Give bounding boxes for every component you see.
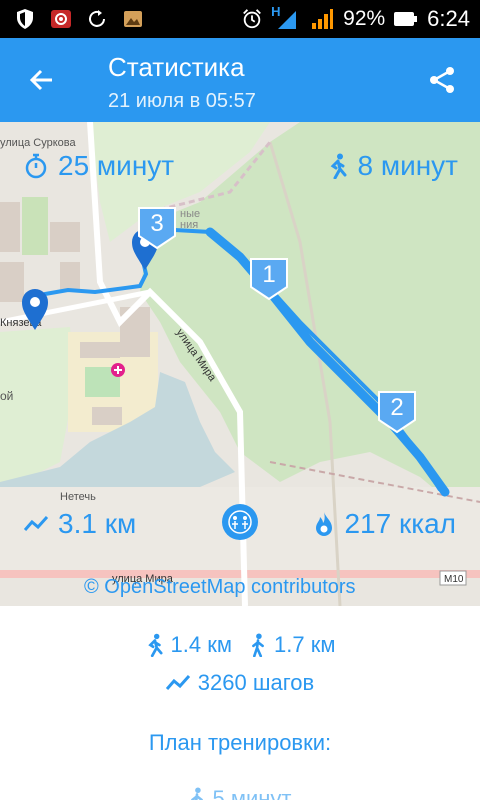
run-distance-value: 1.4 км (170, 632, 232, 657)
running-icon (147, 633, 163, 657)
flame-icon (316, 512, 333, 536)
running-icon (331, 153, 347, 179)
walk-time-stat: 8 минут (327, 150, 458, 182)
back-button[interactable] (22, 60, 62, 100)
clock: 6:24 (427, 6, 470, 31)
steps-value: 3260 шагов (197, 670, 315, 695)
lap-marker-1[interactable]: 1 (249, 257, 289, 301)
distance-breakdown: 1.4 км 1.7 км (0, 632, 480, 658)
building (0, 262, 24, 302)
page-subtitle: 21 июля в 05:57 (108, 90, 256, 112)
distance-value: 3.1 км (58, 508, 137, 539)
street-label: улица Суркова (0, 137, 77, 149)
lap-marker-3[interactable]: 3 (137, 206, 177, 250)
app-bar: Статистика 21 июля в 05:57 (0, 38, 480, 122)
share-button[interactable] (424, 62, 460, 98)
building (50, 222, 80, 252)
signal-icon (309, 8, 335, 30)
alarm-icon (241, 8, 263, 30)
plan-title: План тренировки: (148, 730, 332, 755)
building (92, 407, 122, 425)
building (80, 342, 120, 358)
walking-icon (190, 787, 203, 800)
map-attribution[interactable]: © OpenStreetMap contributors (84, 576, 356, 599)
calories-stat: 217 ккал (314, 508, 456, 540)
calories-value: 217 ккал (344, 508, 456, 539)
stats-panel: 1.4 км 1.7 км 3260 шагов План тренировки… (0, 606, 480, 800)
share-icon (430, 67, 454, 93)
road-shield-label: M10 (444, 574, 464, 585)
lap-marker-label: 2 (390, 394, 404, 421)
steps-row: 3260 шагов (0, 670, 480, 696)
route-map[interactable]: улица Суркова Князева улица Мира ные ния… (0, 122, 480, 606)
map-label: ой (0, 389, 13, 403)
stopwatch-icon (25, 153, 47, 179)
building (0, 202, 20, 252)
record-icon (50, 8, 72, 30)
walk-distance-value: 1.7 км (274, 632, 336, 657)
app-logo-icon (222, 504, 258, 540)
image-icon (122, 8, 144, 30)
page-title: Статистика (108, 52, 245, 82)
battery-icon (393, 8, 419, 30)
status-bar: H 92% 6:24 (0, 0, 480, 38)
lap-marker-2[interactable]: 2 (377, 390, 417, 434)
duration-stat: 25 минут (24, 150, 174, 182)
shield-icon (14, 8, 36, 30)
lap-marker-label: 3 (150, 210, 164, 237)
distance-icon (165, 674, 190, 690)
sync-icon (86, 8, 108, 30)
walking-icon (252, 633, 264, 657)
distance-icon (24, 515, 48, 531)
signal-h-icon: H (271, 4, 301, 30)
arrow-left-icon (29, 69, 52, 91)
battery-percent: 92% (343, 7, 386, 30)
distance-stat: 3.1 км (24, 508, 136, 540)
building (60, 262, 80, 292)
map-label: Нетечь (60, 491, 96, 503)
plan-item: 5 минут (0, 786, 480, 800)
plan-item-value: 5 минут (212, 786, 292, 800)
building (22, 197, 48, 255)
network-type: H (271, 4, 281, 19)
lap-marker-label: 1 (262, 261, 276, 288)
duration-value: 25 минут (58, 150, 175, 181)
walk-time-value: 8 минут (357, 150, 458, 181)
